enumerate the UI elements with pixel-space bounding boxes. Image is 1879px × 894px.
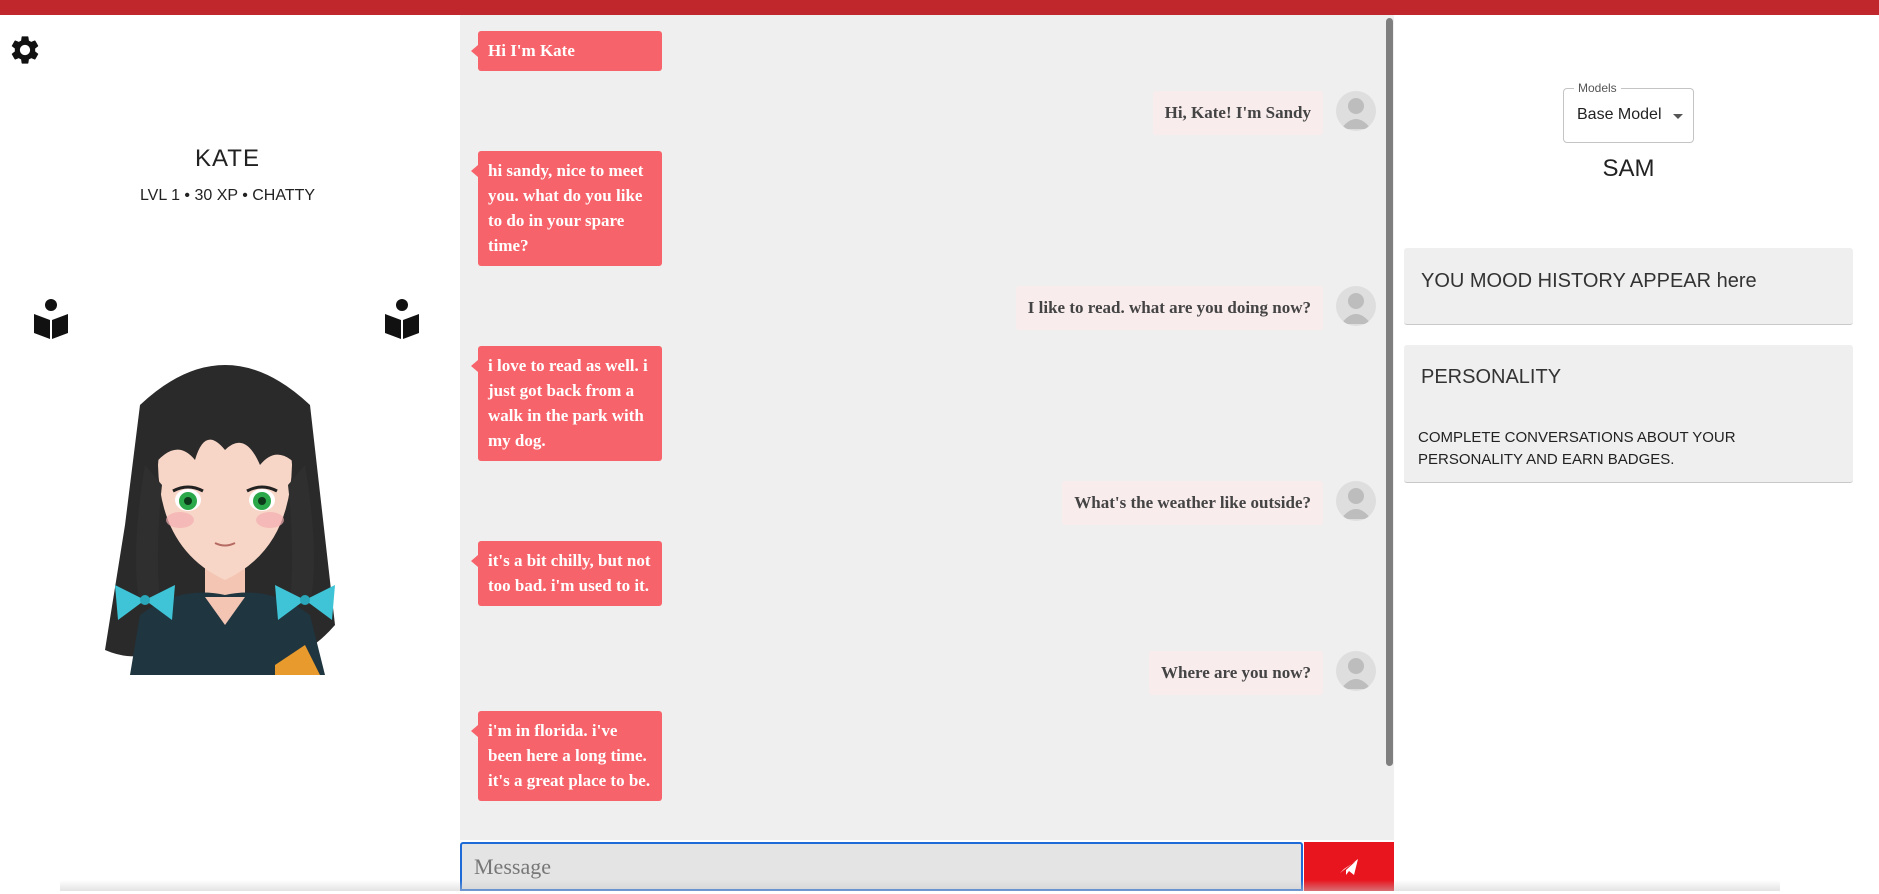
user-message: Hi, Kate! I'm Sandy xyxy=(1152,91,1323,135)
bot-message: hi sandy, nice to meet you. what do you … xyxy=(471,151,662,266)
character-stats: LVL 1 • 30 XP • CHATTY xyxy=(139,187,316,204)
character-panel: KATE LVL 1 • 30 XP • CHATTY xyxy=(0,15,460,891)
chat-scrollbar[interactable] xyxy=(1386,18,1393,766)
caret-down-icon xyxy=(1673,114,1683,119)
character-avatar xyxy=(100,345,350,675)
user-message: What's the weather like outside? xyxy=(1062,481,1323,525)
gear-icon[interactable] xyxy=(8,33,42,67)
personality-card: PERSONALITY COMPLETE CONVERSATIONS ABOUT… xyxy=(1404,345,1853,483)
person-icon xyxy=(1336,651,1376,691)
user-message: Where are you now? xyxy=(1148,651,1323,695)
user-name: SAM xyxy=(1602,155,1655,182)
personality-title: PERSONALITY xyxy=(1421,366,1562,388)
personality-description: COMPLETE CONVERSATIONS ABOUT YOUR PERSON… xyxy=(1418,429,1736,468)
mood-history-card: YOU MOOD HISTORY APPEAR here xyxy=(1404,248,1853,325)
mood-history-text: YOU MOOD HISTORY APPEAR here xyxy=(1421,270,1757,292)
bot-message: i'm in florida. i've been here a long ti… xyxy=(471,711,662,801)
bot-message: i love to read as well. i just got back … xyxy=(471,346,662,461)
person-icon xyxy=(1336,91,1376,131)
top-bar xyxy=(0,0,1879,15)
book-reader-icon[interactable] xyxy=(33,298,69,340)
models-label: Models xyxy=(1574,81,1621,95)
character-name: KATE xyxy=(195,145,260,172)
book-reader-icon[interactable] xyxy=(384,298,420,340)
models-selected-value: Base Model xyxy=(1577,106,1662,123)
user-message: I like to read. what are you doing now? xyxy=(1015,286,1323,330)
person-icon xyxy=(1336,286,1376,326)
bot-message: it's a bit chilly, but not too bad. i'm … xyxy=(471,541,662,606)
bottom-shadow xyxy=(60,880,1780,891)
person-icon xyxy=(1336,481,1376,521)
bot-message: Hi I'm Kate xyxy=(471,31,662,71)
models-select[interactable]: Models Base Model xyxy=(1563,81,1694,143)
